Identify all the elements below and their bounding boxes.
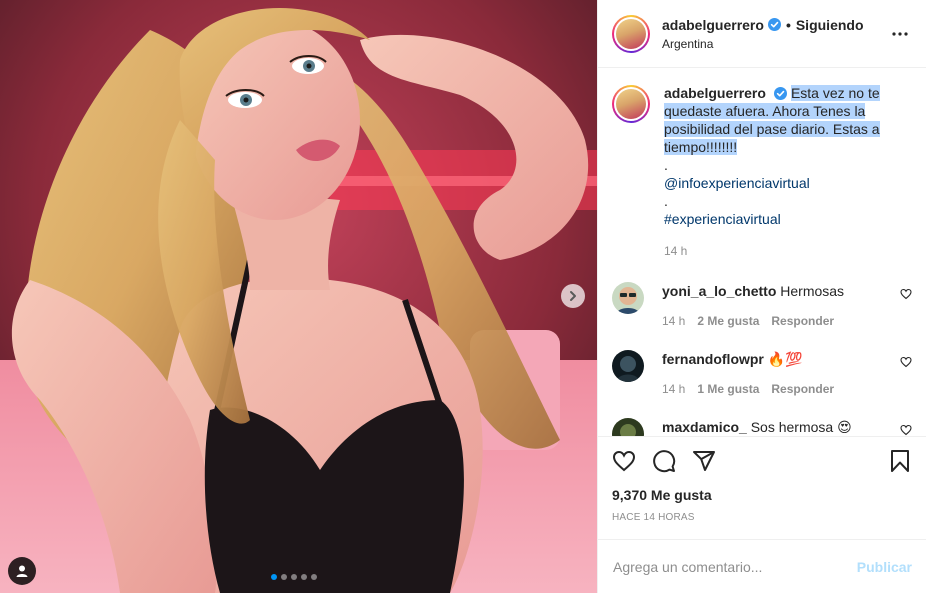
commenter-username[interactable]: maxdamico_ <box>662 419 747 435</box>
carousel-dot <box>291 574 297 580</box>
post-location[interactable]: Argentina <box>662 37 888 51</box>
carousel-dot <box>281 574 287 580</box>
caption-dot: . <box>664 157 668 173</box>
caption-dot: . <box>664 193 668 209</box>
like-comment-heart-icon[interactable] <box>900 356 912 368</box>
carousel-dot <box>301 574 307 580</box>
reply-button[interactable]: Responder <box>771 314 834 328</box>
like-comment-heart-icon[interactable] <box>900 424 912 436</box>
instagram-post-modal: adabelguerrero • Siguiendo Argentina ada… <box>0 0 926 593</box>
comment-bubble-icon <box>653 450 676 473</box>
commenter-avatar[interactable] <box>612 350 644 382</box>
like-button[interactable] <box>612 449 636 473</box>
share-button[interactable] <box>692 449 716 473</box>
author-username[interactable]: adabelguerrero <box>662 17 764 33</box>
user-icon <box>16 565 28 577</box>
comment-item: maxdamico_ Sos hermosa 😍 <box>612 418 912 436</box>
caption-avatar[interactable] <box>612 85 650 123</box>
photo-illustration <box>0 0 597 593</box>
comment-text: Sos hermosa 😍 <box>750 419 852 435</box>
comment-text: 🔥💯 <box>767 351 803 367</box>
reply-button[interactable]: Responder <box>771 382 834 396</box>
verified-badge-icon <box>767 18 781 31</box>
comment-item: yoni_a_lo_chetto Hermosas 14 h 2 Me gust… <box>612 282 912 328</box>
post-side-panel: adabelguerrero • Siguiendo Argentina ada… <box>597 0 926 593</box>
comment-time[interactable]: 14 h <box>662 382 685 396</box>
caption-time[interactable]: 14 h <box>664 242 898 260</box>
likes-count[interactable]: 9,370 Me gusta <box>612 487 712 503</box>
likes-summary: 9,370 Me gusta <box>612 487 912 503</box>
carousel-dot <box>271 574 277 580</box>
save-button[interactable] <box>888 449 912 473</box>
carousel-next-button[interactable] <box>561 284 585 308</box>
comment-text: Hermosas <box>780 283 845 299</box>
tagged-users-button[interactable] <box>8 557 36 585</box>
comment-time[interactable]: 14 h <box>662 314 685 328</box>
post-timestamp[interactable]: HACE 14 HORAS <box>612 512 912 523</box>
carousel-indicator <box>271 574 317 580</box>
like-comment-heart-icon[interactable] <box>900 288 912 300</box>
post-header: adabelguerrero • Siguiendo Argentina <box>598 0 926 68</box>
more-icon <box>892 31 908 36</box>
comment-input[interactable] <box>613 558 857 575</box>
follow-status-button[interactable]: Siguiendo <box>796 17 864 33</box>
comments-list[interactable]: adabelguerrero Esta vez no te quedaste a… <box>598 68 926 436</box>
post-actions: 9,370 Me gusta HACE 14 HORAS <box>598 436 926 539</box>
author-avatar[interactable] <box>612 14 650 53</box>
caption-hashtag-link[interactable]: #experienciavirtual <box>664 210 898 228</box>
author-info: adabelguerrero • Siguiendo Argentina <box>662 17 888 51</box>
more-options-button[interactable] <box>888 22 912 46</box>
chevron-right-icon <box>570 291 576 301</box>
commenter-avatar[interactable] <box>612 282 644 314</box>
caption-mention-link[interactable]: @infoexperienciavirtual <box>664 174 898 192</box>
commenter-username[interactable]: fernandoflowpr <box>662 351 764 367</box>
paper-plane-icon <box>693 451 715 471</box>
post-photo[interactable] <box>0 0 597 593</box>
comment-likes[interactable]: 2 Me gusta <box>697 314 759 328</box>
comment-item: fernandoflowpr 🔥💯 14 h 1 Me gusta Respon… <box>612 350 912 396</box>
heart-icon <box>612 450 636 472</box>
publish-button[interactable]: Publicar <box>857 559 912 575</box>
post-caption: adabelguerrero Esta vez no te quedaste a… <box>612 84 912 260</box>
carousel-dot <box>311 574 317 580</box>
verified-badge-icon <box>773 87 787 100</box>
commenter-username[interactable]: yoni_a_lo_chetto <box>662 283 776 299</box>
caption-username[interactable]: adabelguerrero <box>664 85 766 101</box>
add-comment-bar: Publicar <box>598 539 926 593</box>
bookmark-icon <box>891 450 909 472</box>
separator-dot: • <box>785 16 791 33</box>
commenter-avatar[interactable] <box>612 418 644 436</box>
comment-likes[interactable]: 1 Me gusta <box>697 382 759 396</box>
comment-button[interactable] <box>652 449 676 473</box>
